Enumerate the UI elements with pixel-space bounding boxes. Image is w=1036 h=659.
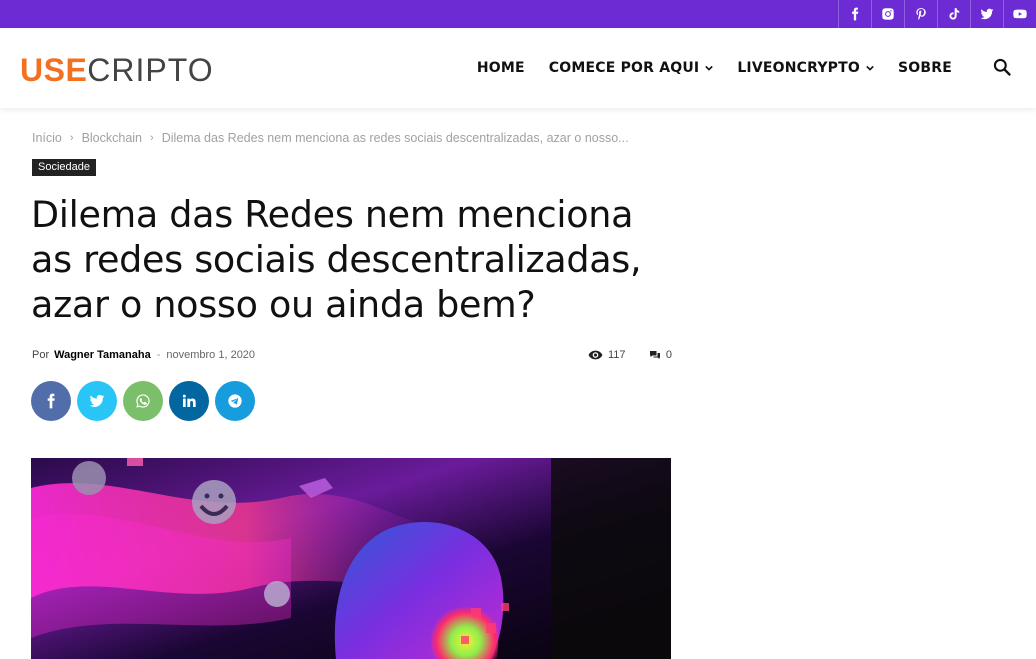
site-header: USECRIPTO HOME COMECE POR AQUI LIVEONCRY… <box>0 28 1036 108</box>
nav-comece-por-aqui[interactable]: COMECE POR AQUI <box>549 60 714 76</box>
author-prefix: Por <box>32 349 50 361</box>
meta-dash: - <box>156 349 161 361</box>
comment-icon <box>649 351 660 359</box>
nav-home[interactable]: HOME <box>477 60 525 76</box>
nav-liveoncrypto[interactable]: LIVEONCRYPTO <box>737 60 874 76</box>
logo-cripto: CRIPTO <box>87 52 214 88</box>
linkedin-icon <box>182 394 196 407</box>
nav-home-label: HOME <box>476 60 525 76</box>
facebook-icon <box>47 393 55 409</box>
breadcrumb-current: Dilema das Redes nem menciona as redes s… <box>161 131 629 145</box>
article-title: Dilema das Redes nem menciona as redes s… <box>31 193 642 326</box>
whatsapp-icon <box>136 394 150 408</box>
logo-use: USE <box>20 52 88 88</box>
nav-start-label: COMECE POR AQUI <box>548 60 700 76</box>
publish-date: novembro 1, 2020 <box>166 349 256 361</box>
comments-count[interactable]: 0 <box>649 349 672 361</box>
main-nav: HOME COMECE POR AQUI LIVEONCRYPTO SOBRE <box>453 28 952 108</box>
nav-sobre[interactable]: SOBRE <box>898 60 952 76</box>
eye-icon <box>588 350 603 360</box>
category-badge[interactable]: Sociedade <box>32 159 96 176</box>
chevron-down-icon <box>866 65 874 71</box>
top-bar <box>0 0 1036 28</box>
views-value: 117 <box>608 349 626 361</box>
share-telegram-button[interactable] <box>215 381 255 421</box>
share-facebook-button[interactable] <box>31 381 71 421</box>
nav-live-label: LIVEONCRYPTO <box>737 60 860 76</box>
instagram-icon[interactable] <box>871 0 904 28</box>
facebook-icon[interactable] <box>838 0 871 28</box>
article-stats: 117 0 <box>588 349 672 361</box>
share-linkedin-button[interactable] <box>169 381 209 421</box>
twitter-icon[interactable] <box>970 0 1003 28</box>
youtube-icon[interactable] <box>1003 0 1036 28</box>
breadcrumb: Início › Blockchain › Dilema das Redes n… <box>32 131 629 145</box>
breadcrumb-separator-icon: › <box>150 132 154 144</box>
tiktok-icon[interactable] <box>937 0 970 28</box>
author-link[interactable]: Wagner Tamanaha <box>54 349 151 361</box>
chevron-down-icon <box>705 65 714 71</box>
views-count: 117 <box>588 349 626 361</box>
social-links-top <box>838 0 1036 28</box>
share-buttons <box>31 381 261 421</box>
pinterest-icon[interactable] <box>904 0 937 28</box>
featured-image <box>31 458 671 659</box>
breadcrumb-separator-icon: › <box>69 132 74 144</box>
share-twitter-button[interactable] <box>77 381 117 421</box>
nav-about-label: SOBRE <box>898 60 952 76</box>
site-logo[interactable]: USECRIPTO <box>20 52 214 89</box>
telegram-icon <box>228 394 242 408</box>
featured-image-art <box>31 458 671 659</box>
comments-value: 0 <box>665 349 672 361</box>
article-meta: Por Wagner Tamanaha - novembro 1, 2020 <box>32 349 255 361</box>
share-whatsapp-button[interactable] <box>123 381 163 421</box>
breadcrumb-category[interactable]: Blockchain <box>82 131 142 145</box>
breadcrumb-home[interactable]: Início <box>32 131 62 145</box>
search-icon[interactable] <box>992 57 1012 77</box>
twitter-icon <box>89 394 105 407</box>
